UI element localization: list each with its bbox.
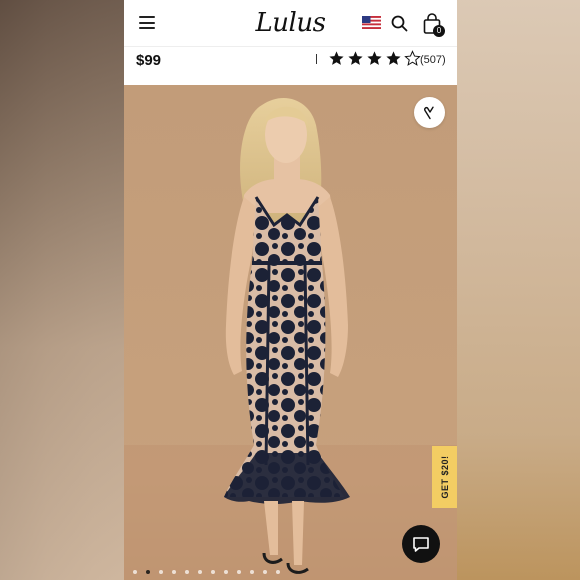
blurred-background-left [0,0,124,580]
star-filled-icon [367,51,382,65]
us-flag-icon[interactable] [362,16,381,29]
gallery-dot[interactable] [198,570,202,574]
promo-tab[interactable]: GET $20! [432,446,457,508]
site-header: Lulus 0 [124,0,457,47]
gallery-dot[interactable] [172,570,176,574]
wishlist-button[interactable] [414,97,445,128]
star-filled-icon [329,51,344,65]
rating-stars[interactable] [328,50,421,67]
star-empty-icon [404,50,421,66]
gallery-pagination [133,570,280,574]
chat-button[interactable] [402,525,440,563]
search-icon[interactable] [391,15,408,32]
phone-screen: Lulus 0 $99 (507) GET $20! [124,0,457,580]
heart-icon [423,106,434,119]
promo-label: GET $20! [439,455,450,499]
gallery-dot[interactable] [146,570,150,574]
gallery-dot[interactable] [185,570,189,574]
shopping-bag-icon[interactable]: 0 [422,13,445,37]
gallery-dot[interactable] [133,570,137,574]
gallery-dot[interactable] [276,570,280,574]
product-photo[interactable] [124,85,457,580]
product-price: $99 [136,52,162,69]
blurred-background-right [456,0,580,580]
gallery-dot[interactable] [159,570,163,574]
divider [316,54,317,64]
gallery-dot[interactable] [250,570,254,574]
gallery-dot[interactable] [263,570,267,574]
price-rating-bar: $99 (507) [124,47,457,85]
chat-bubble-icon [413,536,429,552]
star-filled-icon [348,51,363,65]
bag-count-badge: 0 [433,25,445,37]
star-filled-icon [386,51,401,65]
gallery-dot[interactable] [224,570,228,574]
review-count[interactable]: (507) [420,54,446,66]
gallery-dot[interactable] [211,570,215,574]
gallery-dot[interactable] [237,570,241,574]
